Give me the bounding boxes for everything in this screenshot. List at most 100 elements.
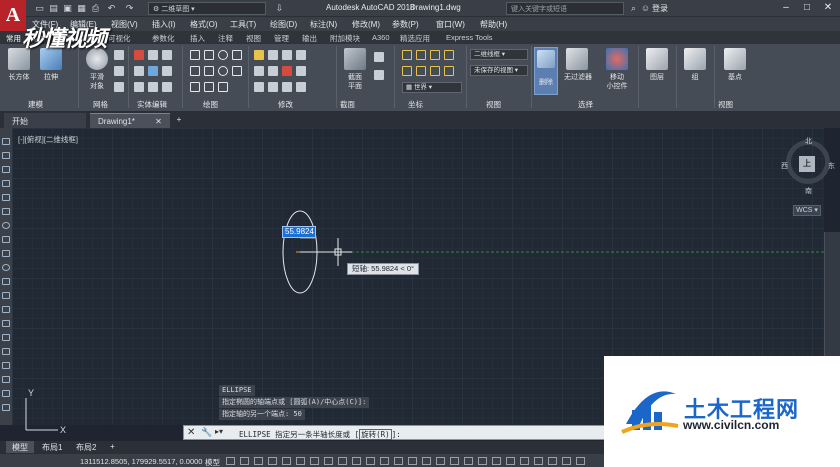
- extrude-button[interactable]: 拉伸: [38, 48, 64, 82]
- fillet-icon[interactable]: [254, 82, 264, 92]
- erase-icon[interactable]: [282, 66, 292, 76]
- login-link[interactable]: 登录: [652, 3, 668, 14]
- subtract-icon[interactable]: [148, 50, 158, 60]
- move-gizmo-button[interactable]: 移动 小控件: [604, 48, 630, 91]
- viewcube-north[interactable]: 北: [805, 136, 812, 146]
- ucs-origin-icon[interactable]: [430, 50, 440, 60]
- command-prompt[interactable]: ELLIPSE 指定另一条半轴长度或 [旋转(R)]:: [239, 429, 401, 440]
- tool-hatch-icon[interactable]: [2, 334, 10, 341]
- array-icon[interactable]: [268, 82, 278, 92]
- named-view-dropdown[interactable]: 未保存的视图 ▾: [470, 65, 528, 76]
- mirror-icon[interactable]: [296, 50, 306, 60]
- panel-title-selection[interactable]: 选择: [578, 99, 593, 110]
- panel-title-view[interactable]: 视图: [486, 99, 501, 110]
- menu-window[interactable]: 窗口(W): [436, 19, 465, 30]
- navigation-bar[interactable]: [824, 232, 840, 362]
- menu-view[interactable]: 视图(V): [111, 19, 138, 30]
- tool-line-icon[interactable]: [2, 138, 10, 145]
- panel-title-mesh[interactable]: 网格: [93, 99, 108, 110]
- no-filter-button[interactable]: 无过滤器: [564, 48, 592, 82]
- dynamic-ucs-icon[interactable]: [380, 457, 389, 465]
- isodraft-icon[interactable]: [282, 457, 291, 465]
- tab-annotate[interactable]: 注释: [218, 33, 233, 44]
- spline-icon[interactable]: [204, 66, 214, 76]
- tool-make-block-icon[interactable]: [2, 306, 10, 313]
- close-icon[interactable]: ✕: [187, 427, 195, 438]
- menu-parametric[interactable]: 参数(P): [392, 19, 419, 30]
- tool-region-icon[interactable]: [2, 362, 10, 369]
- save-icon[interactable]: ▣: [62, 3, 73, 13]
- hatch-icon[interactable]: [232, 66, 242, 76]
- tool-ellipse-icon[interactable]: [2, 264, 10, 271]
- panel-title-coordinates[interactable]: 坐标: [408, 99, 423, 110]
- customization-icon[interactable]: [576, 457, 585, 465]
- move-icon[interactable]: [254, 50, 264, 60]
- point-icon[interactable]: [204, 82, 214, 92]
- tool-mtext-icon[interactable]: [2, 390, 10, 397]
- ortho-icon[interactable]: [254, 457, 263, 465]
- coordinates-readout[interactable]: 1311512.8505, 179929.5517, 0.0000: [80, 457, 202, 466]
- polygon-icon[interactable]: [190, 82, 200, 92]
- panel-title-modeling[interactable]: 建模: [28, 99, 43, 110]
- mesh-tool-icon[interactable]: [114, 82, 124, 92]
- transparency-icon[interactable]: [338, 457, 347, 465]
- tool-gradient-icon[interactable]: [2, 348, 10, 355]
- panel-title-draw[interactable]: 绘图: [203, 99, 218, 110]
- shell-icon[interactable]: [162, 66, 172, 76]
- panel-title-modify[interactable]: 修改: [278, 99, 293, 110]
- section-plane-button[interactable]: 截面 平面: [342, 48, 368, 91]
- menu-insert[interactable]: 插入(I): [152, 19, 176, 30]
- quick-properties-icon[interactable]: [506, 457, 515, 465]
- undo-icon[interactable]: ↶: [106, 3, 117, 13]
- tab-express-tools[interactable]: Express Tools: [446, 33, 493, 42]
- maximize-icon[interactable]: □: [797, 1, 817, 15]
- taper-icon[interactable]: [134, 82, 144, 92]
- layers-button[interactable]: 图层: [644, 48, 670, 82]
- group-button[interactable]: 组: [682, 48, 708, 82]
- region-icon[interactable]: [218, 82, 228, 92]
- tab-manage[interactable]: 管理: [274, 33, 289, 44]
- command-option-rotate[interactable]: 旋转(R): [359, 429, 392, 440]
- clean-screen-icon[interactable]: [562, 457, 571, 465]
- polar-icon[interactable]: [268, 457, 277, 465]
- union-icon[interactable]: [134, 50, 144, 60]
- share-icon[interactable]: ⇩: [274, 3, 285, 13]
- tab-a360[interactable]: A360: [372, 33, 390, 42]
- intersect-icon[interactable]: [162, 50, 172, 60]
- tab-parametric[interactable]: 参数化: [152, 33, 175, 44]
- minimize-icon[interactable]: –: [776, 1, 796, 15]
- tab-visualize[interactable]: 可视化: [108, 33, 131, 44]
- visual-style-dropdown[interactable]: 二维线框 ▾: [470, 49, 528, 60]
- dynamic-input-field[interactable]: 55.9824: [282, 226, 316, 238]
- wcs-menu[interactable]: WCS ▾: [793, 205, 821, 216]
- add-layout-icon[interactable]: +: [104, 441, 121, 453]
- annotation-monitor-icon[interactable]: [478, 457, 487, 465]
- redo-icon[interactable]: ↷: [124, 3, 135, 13]
- tool-construction-line-icon[interactable]: [2, 152, 10, 159]
- new-file-icon[interactable]: ▭: [34, 3, 45, 13]
- menu-tools[interactable]: 工具(T): [230, 19, 256, 30]
- object-snap-icon[interactable]: [310, 457, 319, 465]
- tool-table-icon[interactable]: [2, 376, 10, 383]
- extract-icon[interactable]: [148, 82, 158, 92]
- smooth-object-button[interactable]: 平滑 对象: [84, 48, 110, 91]
- panel-title-view-right[interactable]: 视图: [718, 99, 733, 110]
- lineweight-icon[interactable]: [324, 457, 333, 465]
- annotation-scale-icon[interactable]: [450, 457, 459, 465]
- ucs-x-icon[interactable]: [402, 66, 412, 76]
- graphics-performance-icon[interactable]: [548, 457, 557, 465]
- command-line[interactable]: ✕ 🔧 ▸▾ ELLIPSE 指定另一条半轴长度或 [旋转(R)]:: [183, 425, 623, 440]
- 3d-osnap-icon[interactable]: [366, 457, 375, 465]
- menu-dimension[interactable]: 标注(N): [310, 19, 337, 30]
- tool-arc-icon[interactable]: [2, 208, 10, 215]
- tool-spline-icon[interactable]: [2, 250, 10, 257]
- lock-ui-icon[interactable]: [520, 457, 529, 465]
- offset-icon[interactable]: [282, 82, 292, 92]
- mesh-tool-icon[interactable]: [114, 50, 124, 60]
- stretch-icon[interactable]: [254, 66, 264, 76]
- tab-addins[interactable]: 附加模块: [330, 33, 360, 44]
- print-icon[interactable]: ⎙: [90, 3, 101, 13]
- explode-icon[interactable]: [296, 82, 306, 92]
- tab-featured-apps[interactable]: 精选应用: [400, 33, 430, 44]
- tab-insert[interactable]: 插入: [190, 33, 205, 44]
